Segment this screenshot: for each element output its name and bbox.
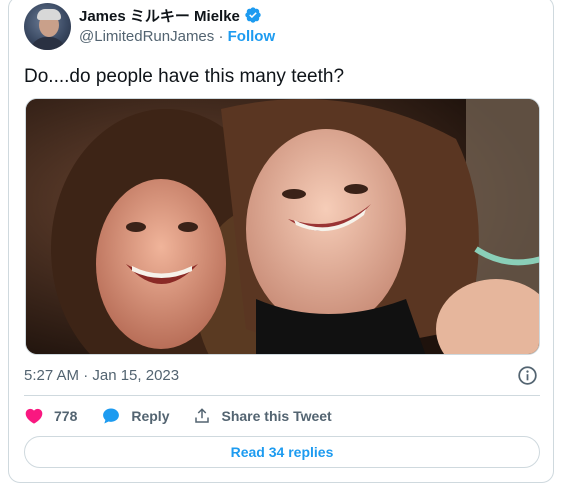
handle-separator: · xyxy=(218,28,224,45)
tweet-text: Do....do people have this many teeth? xyxy=(24,66,345,87)
avatar-body xyxy=(30,37,66,50)
follow-button[interactable]: Follow xyxy=(228,28,276,45)
verified-badge-icon xyxy=(244,6,262,24)
tweet-actions: 778 Reply Share this Tweet xyxy=(24,403,356,429)
share-button[interactable]: Share this Tweet xyxy=(193,407,332,425)
tweet-photo[interactable] xyxy=(25,98,540,355)
author-handle-row: @LimitedRunJames · Follow xyxy=(79,28,275,46)
reply-label: Reply xyxy=(131,408,170,424)
read-replies-button[interactable]: Read 34 replies xyxy=(24,436,540,468)
reply-bubble-icon xyxy=(101,406,121,426)
heart-icon xyxy=(24,406,44,426)
author-name[interactable]: James ミルキー Mielke xyxy=(79,5,240,26)
tweet-timestamp[interactable]: 5:27 AM · Jan 15, 2023 xyxy=(24,367,179,384)
share-label: Share this Tweet xyxy=(221,408,332,424)
photo-illustration xyxy=(26,99,539,354)
avatar[interactable] xyxy=(24,3,71,50)
author-name-row[interactable]: James ミルキー Mielke xyxy=(79,5,262,25)
reply-button[interactable]: Reply xyxy=(101,406,169,426)
author-handle[interactable]: @LimitedRunJames xyxy=(79,28,214,45)
avatar-hair xyxy=(37,9,61,20)
info-icon[interactable] xyxy=(517,365,538,386)
like-count: 778 xyxy=(54,408,78,424)
like-button[interactable]: 778 xyxy=(24,406,77,426)
divider xyxy=(24,395,540,396)
share-icon xyxy=(193,407,211,425)
